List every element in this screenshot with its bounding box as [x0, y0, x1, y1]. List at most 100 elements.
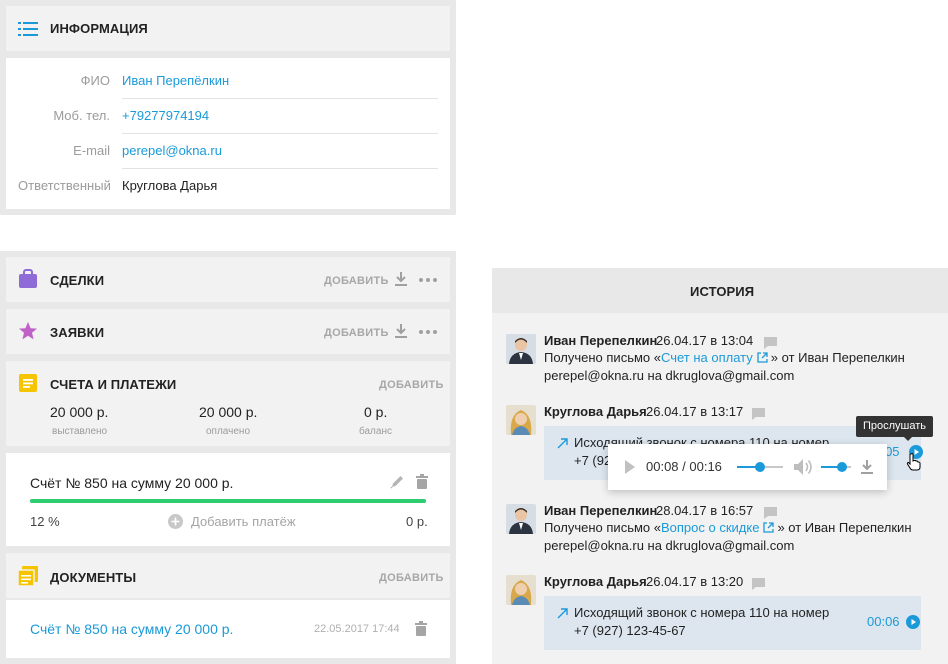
- divider: [122, 133, 438, 134]
- trash-icon[interactable]: [415, 621, 427, 641]
- divider: [122, 98, 438, 99]
- field-value-phone[interactable]: +79277974194: [122, 108, 209, 123]
- invoice-icon: [18, 373, 38, 398]
- field-value-email[interactable]: perepel@okna.ru: [122, 143, 222, 158]
- field-label-responsible: Ответственный: [18, 178, 111, 193]
- stat-balance-value: 0 р.: [364, 404, 388, 420]
- message-text: Получено письмо «: [544, 350, 661, 365]
- info-panel: ИНФОРМАЦИЯ ФИО Иван Перепёлкин Моб. тел.…: [0, 0, 456, 215]
- outgoing-call-icon: [557, 436, 568, 454]
- message-text: »: [777, 520, 789, 535]
- stat-balance-label: баланс: [359, 426, 392, 437]
- call-record: Исходящий звонок с номера 110 на номер +…: [544, 596, 921, 650]
- documents-title: ДОКУМЕНТЫ: [50, 570, 137, 585]
- add-circle-icon[interactable]: [168, 514, 183, 534]
- history-message-line2: perepel@okna.ru на dkruglova@gmail.com: [544, 538, 795, 553]
- payments-add-button[interactable]: ДОБАВИТЬ: [379, 379, 444, 391]
- list-icon: [18, 21, 38, 37]
- message-text: »: [770, 350, 782, 365]
- deals-title: СДЕЛКИ: [50, 273, 105, 288]
- external-link-icon[interactable]: [763, 520, 775, 538]
- stat-issued-value: 20 000 р.: [50, 404, 109, 420]
- player-seek-knob[interactable]: [755, 462, 765, 472]
- field-label-email: E-mail: [73, 143, 110, 158]
- deals-add-button[interactable]: ДОБАВИТЬ: [324, 275, 389, 287]
- history-panel: ИСТОРИЯ Иван Перепелкин 26.04.17 в 13:04…: [492, 268, 948, 664]
- stat-paid-value: 20 000 р.: [199, 404, 258, 420]
- download-icon[interactable]: [861, 459, 873, 480]
- history-message-line2: perepel@okna.ru на dkruglova@gmail.com: [544, 368, 795, 383]
- info-card: ФИО Иван Перепёлкин Моб. тел. +792779741…: [6, 58, 450, 209]
- payments-section: СЧЕТА И ПЛАТЕЖИ ДОБАВИТЬ 20 000 р. выста…: [6, 361, 450, 446]
- avatar: [506, 504, 536, 534]
- document-item: Счёт № 850 на сумму 20 000 р. 22.05.2017…: [6, 600, 450, 658]
- pencil-icon[interactable]: [390, 474, 405, 494]
- tooltip-arrow: [904, 437, 912, 441]
- call-text: Исходящий звонок с номера 110 на номер: [574, 605, 830, 620]
- info-title: ИНФОРМАЦИЯ: [50, 21, 148, 36]
- history-date: 28.04.17 в 16:57: [656, 503, 754, 518]
- player-time: 00:08 / 00:16: [646, 459, 722, 474]
- avatar: [506, 575, 536, 605]
- history-date: 26.04.17 в 13:17: [646, 404, 744, 419]
- invoice-progress-track: [30, 499, 426, 503]
- avatar: [506, 334, 536, 364]
- bag-icon: [18, 269, 38, 294]
- field-value-responsible: Круглова Дарья: [122, 178, 218, 193]
- star-icon: [18, 321, 38, 346]
- outgoing-call-icon: [557, 606, 568, 624]
- field-label-name: ФИО: [80, 73, 110, 88]
- document-link[interactable]: Счёт № 850 на сумму 20 000 р.: [30, 621, 233, 637]
- invoice-percent: 12 %: [30, 514, 60, 529]
- invoice-progress-fill: [30, 499, 426, 503]
- document-date: 22.05.2017 17:44: [314, 623, 400, 635]
- call-text-line2: +7 (927) 123-45-67: [574, 623, 686, 638]
- requests-title: ЗАЯВКИ: [50, 325, 105, 340]
- player-volume-knob[interactable]: [837, 462, 847, 472]
- play-icon[interactable]: [625, 460, 635, 479]
- external-link-icon[interactable]: [757, 350, 768, 368]
- message-text: от Иван Перепелкин: [788, 520, 912, 535]
- history-date: 26.04.17 в 13:20: [646, 574, 744, 589]
- tooltip: Прослушать: [856, 416, 934, 437]
- history-message: Получено письмо «Вопрос о скидке » от Ива…: [544, 519, 924, 538]
- documents-section: ДОКУМЕНТЫ ДОБАВИТЬ: [6, 553, 450, 598]
- history-message: Получено письмо «Счет на оплату » от Иван…: [544, 349, 924, 368]
- field-value-name[interactable]: Иван Перепёлкин: [122, 73, 229, 88]
- stat-issued-label: выставлено: [52, 426, 108, 437]
- player-seek-bar[interactable]: [737, 462, 783, 472]
- invoice-balance: 0 р.: [406, 514, 428, 529]
- documents-icon: [17, 566, 38, 591]
- play-circle-icon[interactable]: [906, 615, 920, 634]
- deals-section: СДЕЛКИ ДОБАВИТЬ: [6, 257, 450, 302]
- more-icon[interactable]: [419, 330, 437, 334]
- trash-icon[interactable]: [416, 474, 428, 494]
- crm-panel: СДЕЛКИ ДОБАВИТЬ ЗАЯВКИ ДОБАВИТЬ СЧЕТА И …: [0, 251, 456, 664]
- download-icon[interactable]: [395, 271, 407, 292]
- message-link[interactable]: Вопрос о скидке: [661, 520, 759, 535]
- message-text: от Иван Перепелкин: [781, 350, 905, 365]
- history-author: Иван Перепелкин: [544, 333, 658, 348]
- requests-section: ЗАЯВКИ ДОБАВИТЬ: [6, 309, 450, 354]
- message-link[interactable]: Счет на оплату: [661, 350, 753, 365]
- player-volume-bar[interactable]: [821, 462, 851, 472]
- download-icon[interactable]: [395, 323, 407, 344]
- invoice-title[interactable]: Счёт № 850 на сумму 20 000 р.: [30, 475, 233, 491]
- audio-player: 00:08 / 00:16: [608, 444, 887, 490]
- requests-add-button[interactable]: ДОБАВИТЬ: [324, 327, 389, 339]
- history-header: ИСТОРИЯ: [492, 268, 948, 313]
- history-author: Круглова Дарья: [544, 574, 647, 589]
- call-duration[interactable]: 00:06: [867, 614, 900, 629]
- comment-icon[interactable]: [752, 407, 765, 425]
- documents-add-button[interactable]: ДОБАВИТЬ: [379, 572, 444, 584]
- avatar: [506, 405, 536, 435]
- invoice-card: Счёт № 850 на сумму 20 000 р. 12 % Добав…: [6, 453, 450, 546]
- payments-title: СЧЕТА И ПЛАТЕЖИ: [50, 377, 177, 392]
- divider: [122, 168, 438, 169]
- history-date: 26.04.17 в 13:04: [656, 333, 754, 348]
- comment-icon[interactable]: [752, 577, 765, 595]
- volume-icon[interactable]: [794, 458, 814, 481]
- add-payment-button[interactable]: Добавить платёж: [191, 514, 296, 529]
- more-icon[interactable]: [419, 278, 437, 282]
- history-title: ИСТОРИЯ: [690, 284, 755, 299]
